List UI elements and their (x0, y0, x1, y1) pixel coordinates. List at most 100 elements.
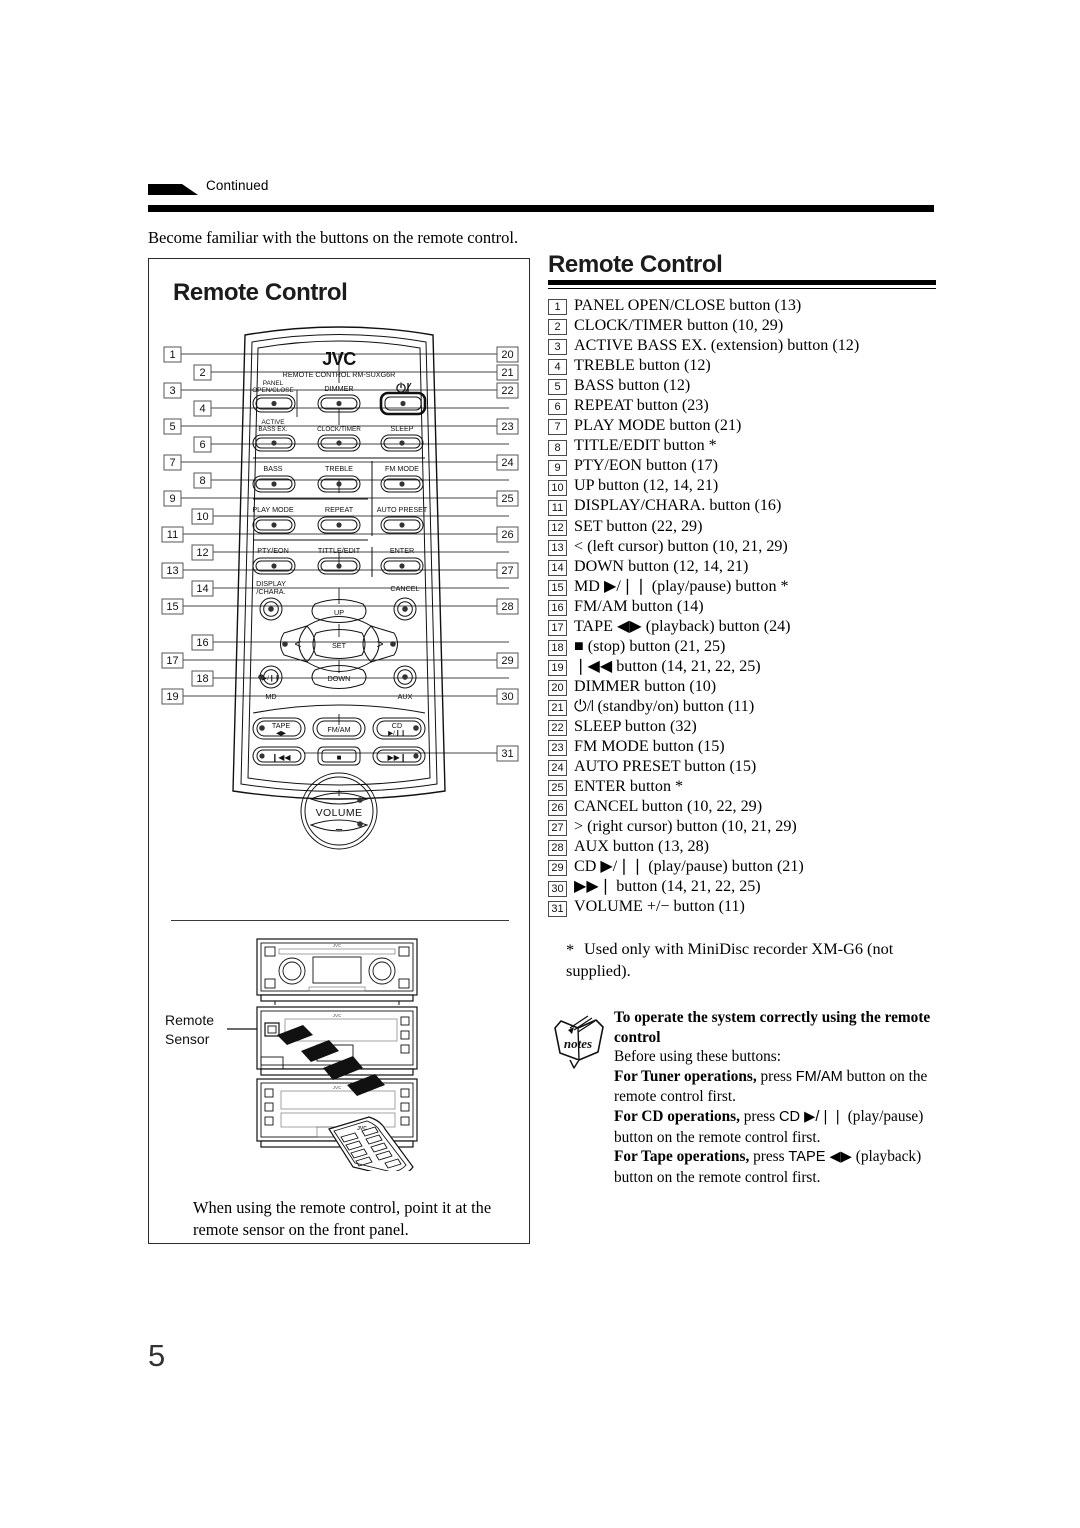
btn-label-active-2: BASS EX. (258, 426, 287, 433)
button-list-item: 6 REPEAT button (23) (548, 396, 938, 416)
notes-cd-a: press (739, 1107, 780, 1125)
svg-text:4: 4 (199, 403, 205, 415)
svg-text:24: 24 (501, 457, 513, 469)
btn-label-sleep: SLEEP (390, 424, 413, 433)
button-list-item: 11 DISPLAY/CHARA. button (16) (548, 496, 938, 516)
sensor-caption: When using the remote control, point it … (193, 1198, 492, 1240)
list-item-text: FM/AM button (14) (574, 597, 704, 615)
list-item-number: 13 (548, 539, 567, 556)
list-item-number: 23 (548, 740, 567, 757)
list-item-number: 30 (548, 880, 567, 897)
btn-label-tape: TAPE (272, 721, 290, 730)
svg-text:◀▶: ◀▶ (276, 730, 287, 737)
list-item-number: 5 (548, 379, 567, 396)
btn-label-panel-2: OPEN/CLOSE (252, 387, 294, 394)
list-item-text: TAPE ◀▶ (playback) button (24) (574, 617, 791, 635)
btn-label-volume-minus: − (335, 822, 343, 837)
button-list-item: 14 DOWN button (12, 14, 21) (548, 557, 938, 577)
btn-label-left-cursor: < (294, 637, 301, 651)
button-list-item: 19 ❘◀◀ button (14, 21, 22, 25) (548, 657, 938, 677)
list-item-number: 9 (548, 459, 567, 476)
list-item-number: 29 (548, 860, 567, 877)
svg-text:10: 10 (196, 511, 208, 523)
svg-text:29: 29 (501, 655, 513, 667)
right-column-title: Remote Control (548, 251, 723, 278)
list-item-number: 3 (548, 339, 567, 356)
svg-text:28: 28 (501, 601, 513, 613)
standby-on-icon (396, 382, 412, 394)
list-item-number: 17 (548, 619, 567, 636)
btn-label-display-2: /CHARA. (256, 587, 285, 596)
notes-text: To operate the system correctly using th… (614, 1008, 940, 1187)
svg-text:17: 17 (166, 655, 178, 667)
button-list-item: 24 AUTO PRESET button (15) (548, 757, 938, 777)
footnote: * Used only with MiniDisc recorder XM-G6… (566, 938, 938, 981)
list-item-text: CANCEL button (10, 22, 29) (574, 798, 763, 816)
list-item-text: PTY/EON button (17) (574, 457, 718, 475)
btn-label-right-cursor: > (376, 637, 383, 651)
button-list-item: 28 AUX button (13, 28) (548, 837, 938, 857)
list-item-number: 19 (548, 660, 567, 677)
list-item-number: 14 (548, 559, 567, 576)
btn-label-set: SET (332, 641, 347, 650)
page-number: 5 (148, 1338, 166, 1373)
button-list-item: 21 ⏻/❘ (standby/on) button (11) (548, 697, 938, 717)
svg-text:21: 21 (501, 367, 513, 379)
list-item-text: ■ (stop) button (21, 25) (574, 637, 726, 655)
btn-label-enter: ENTER (390, 546, 414, 555)
button-list-item: 3 ACTIVE BASS EX. (extension) button (12) (548, 336, 938, 356)
notes-tape-a: press (749, 1148, 789, 1166)
btn-label-cancel: CANCEL (390, 584, 419, 593)
list-item-text: MD ▶/❘❘ (play/pause) button * (574, 577, 789, 595)
list-item-text: DOWN button (12, 14, 21) (574, 557, 749, 575)
svg-text:notes: notes (564, 1036, 592, 1051)
notes-tuner-a: press (756, 1067, 796, 1085)
button-list-item: 12 SET button (22, 29) (548, 517, 938, 537)
btn-label-repeat: REPEAT (325, 505, 354, 514)
button-list-item: 17 TAPE ◀▶ (playback) button (24) (548, 617, 938, 637)
intro-text: Become familiar with the buttons on the … (148, 228, 519, 247)
btn-label-bass: BASS (263, 464, 282, 473)
svg-text:2: 2 (199, 367, 205, 379)
btn-label-volume: VOLUME (316, 807, 363, 819)
footnote-marker: * (566, 940, 575, 959)
btn-label-dimmer: DIMMER (324, 384, 353, 393)
svg-text:31: 31 (501, 748, 513, 760)
list-item-text: BASS button (12) (574, 377, 691, 395)
btn-label-volume-plus: + (335, 785, 343, 800)
svg-text:JVC: JVC (333, 1013, 342, 1018)
svg-text:12: 12 (196, 547, 208, 559)
btn-label-auto-preset: AUTO PRESET (377, 505, 428, 514)
svg-text:5: 5 (169, 421, 175, 433)
remote-control-button-list: Remote Control 1 PANEL OPEN/CLOSE button … (548, 252, 938, 917)
list-item-text: CLOCK/TIMER button (10, 29) (574, 317, 784, 335)
button-list-item: 25 ENTER button * (548, 777, 938, 797)
btn-label-md: MD (265, 692, 276, 701)
notes-cd-key: CD ▶/❘❘ (779, 1108, 844, 1125)
button-list-item: 18 ■ (stop) button (21, 25) (548, 637, 938, 657)
svg-text:15: 15 (166, 601, 178, 613)
svg-text:23: 23 (501, 421, 513, 433)
svg-text:JVC: JVC (333, 943, 342, 948)
svg-text:9: 9 (169, 493, 175, 505)
list-item-number: 11 (548, 499, 567, 516)
list-item-number: 2 (548, 319, 567, 336)
callouts-left: 1 2 3 4 5 6 7 8 9 10 11 12 13 14 15 16 1… (161, 346, 214, 705)
svg-text:▶/❙❙: ▶/❙❙ (388, 729, 406, 737)
btn-label-up: UP (334, 608, 344, 617)
callouts-right: 20 21 22 23 24 25 26 27 28 29 30 31 (496, 346, 519, 762)
list-item-text: VOLUME +/− button (11) (574, 898, 745, 916)
list-item-number: 4 (548, 359, 567, 376)
svg-text:■: ■ (337, 753, 342, 762)
list-item-text: TREBLE button (12) (574, 357, 711, 375)
btn-label-title-edit: TITTLE/EDIT (318, 546, 361, 555)
remote-brand-label: JVC (322, 349, 356, 369)
list-item-number: 15 (548, 579, 567, 596)
list-item-text: REPEAT button (23) (574, 397, 709, 415)
button-list-item: 10 UP button (12, 14, 21) (548, 476, 938, 496)
list-item-number: 16 (548, 599, 567, 616)
remote-sensor-window (264, 1022, 280, 1037)
list-item-number: 22 (548, 720, 567, 737)
button-list-item: 29 CD ▶/❘❘ (play/pause) button (21) (548, 857, 938, 877)
button-list-item: 23 FM MODE button (15) (548, 737, 938, 757)
